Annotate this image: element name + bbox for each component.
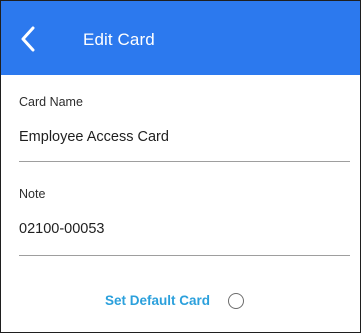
chevron-left-icon (21, 26, 35, 52)
back-button[interactable] (11, 22, 45, 56)
card-name-underline (19, 161, 350, 162)
set-default-card-label: Set Default Card (105, 293, 211, 308)
card-name-input[interactable] (19, 128, 349, 146)
note-underline (19, 255, 350, 256)
note-input[interactable] (19, 220, 349, 238)
edit-card-screen: Edit Card Card Name Note Set Default Car… (0, 0, 361, 333)
default-card-radio[interactable] (228, 293, 245, 309)
set-default-card-toggle[interactable]: Set Default Card (105, 293, 245, 309)
page-title: Edit Card (83, 30, 155, 49)
card-name-label: Card Name (19, 95, 83, 109)
note-label: Note (19, 187, 46, 201)
app-bar: Edit Card (1, 1, 360, 75)
